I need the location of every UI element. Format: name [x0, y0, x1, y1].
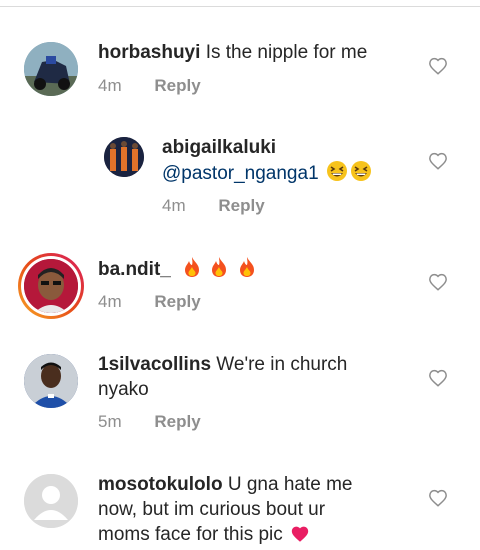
heart-icon[interactable]	[428, 57, 448, 75]
fire-emoji-group	[180, 257, 257, 280]
username[interactable]: abigailkaluki	[162, 135, 372, 160]
avatar[interactable]	[24, 474, 78, 528]
reply-button[interactable]: Reply	[154, 76, 200, 95]
timestamp: 5m	[98, 412, 122, 431]
comment-text-continued: moms face for this pic	[98, 524, 283, 545]
avatar[interactable]	[24, 259, 78, 313]
username[interactable]: horbashuyi	[98, 42, 200, 63]
timestamp: 4m	[98, 76, 122, 95]
heart-icon[interactable]	[428, 152, 448, 170]
mention-link[interactable]: @pastor_nganga1	[162, 163, 319, 184]
comment-text: U gna hate me	[227, 474, 353, 495]
grinning-squinting-face-emoji	[350, 160, 372, 189]
reply-button[interactable]: Reply	[218, 196, 264, 215]
comment-text-continued: now, but im curious bout ur	[98, 499, 326, 520]
pink-heart-emoji	[290, 525, 310, 550]
username[interactable]: mosotokulolo	[98, 474, 223, 495]
top-divider	[0, 6, 480, 7]
timestamp: 4m	[162, 196, 186, 215]
comment-text-continued: nyako	[98, 379, 149, 400]
username[interactable]: ba.ndit_	[98, 259, 171, 280]
comment-text: Is the nipple for me	[205, 42, 368, 63]
heart-icon[interactable]	[428, 273, 448, 291]
heart-icon[interactable]	[428, 369, 448, 387]
comment-text: We're in church	[216, 354, 348, 375]
reply-button[interactable]: Reply	[154, 292, 200, 311]
avatar[interactable]	[24, 354, 78, 408]
reply-button[interactable]: Reply	[154, 412, 200, 431]
grinning-squinting-face-emoji	[326, 160, 348, 189]
avatar[interactable]	[104, 137, 144, 177]
timestamp: 4m	[98, 292, 122, 311]
username[interactable]: 1silvacollins	[98, 354, 211, 375]
story-ring[interactable]	[18, 253, 84, 319]
avatar[interactable]	[24, 42, 78, 96]
heart-icon[interactable]	[428, 489, 448, 507]
